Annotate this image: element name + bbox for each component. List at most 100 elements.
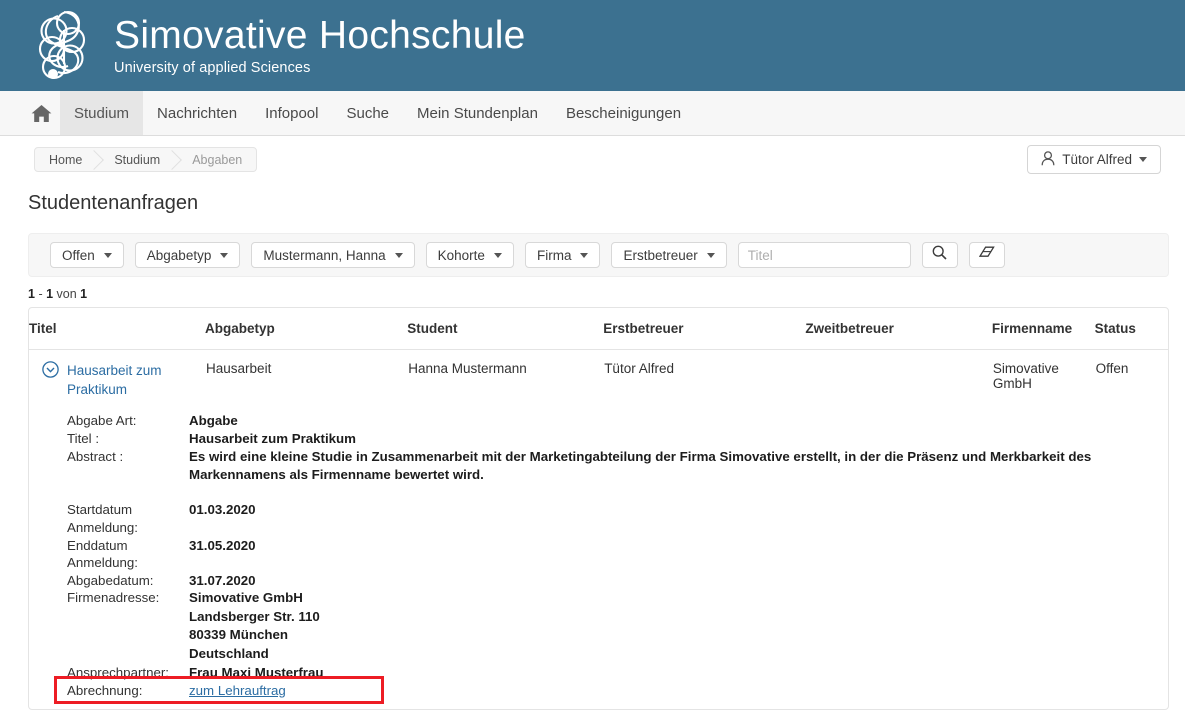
chevron-down-icon [493,252,502,258]
home-nav-button[interactable] [22,91,60,135]
detail-row-abgabe-art: Abgabe Art: Abgabe [29,412,1168,430]
address-line: Landsberger Str. 110 [189,608,320,624]
nav-item-studium[interactable]: Studium [60,91,144,135]
detail-value-address: Simovative GmbH Landsberger Str. 110 803… [189,589,1168,663]
nav-item-infopool[interactable]: Infopool [251,91,332,135]
detail-row-enddatum: Enddatum Anmeldung: 31.05.2020 [29,537,1168,572]
filter-dropdown-student[interactable]: Mustermann, Hanna [251,242,415,268]
chevron-down-icon [1139,157,1147,162]
detail-row-abrechnung: Abrechnung: zum Lehrauftrag [29,676,1168,705]
detail-value: 31.05.2020 [189,537,256,553]
detail-label: Firmenadresse: [67,590,160,606]
clear-filters-button[interactable] [968,242,1005,268]
submission-title-link[interactable]: Hausarbeit zum Praktikum [67,361,204,399]
table-header-row: Titel Abgabetyp Student Erstbetreuer Zwe… [29,308,1168,350]
brand-title: Simovative Hochschule [114,13,526,57]
chevron-down-icon [220,252,229,258]
home-icon [31,104,52,123]
nav-item-label: Studium [74,104,130,122]
user-menu-label: Tütor Alfred [1062,152,1132,167]
breadcrumb-label: Abgaben [192,152,243,167]
brand-subtitle: University of applied Sciences [114,59,311,76]
cell-firmenname: Simovative GmbH [992,361,1059,391]
filter-dropdown-status[interactable]: Offen [50,242,124,268]
detail-row-firmenadresse: Firmenadresse: Simovative GmbH Landsberg… [29,589,1168,663]
filter-dropdown-abgabetyp[interactable]: Abgabetyp [134,242,241,268]
chevron-down-icon [103,252,112,258]
total-count: 1 [80,287,88,301]
site-header: Simovative Hochschule University of appl… [0,0,1185,91]
address-line: Deutschland [189,646,269,662]
detail-value: Frau Maxi Musterfrau [189,664,324,680]
cell-student: Hanna Mustermann [408,361,527,376]
detail-label: Abstract : [67,449,124,465]
detail-row-titel: Titel : Hausarbeit zum Praktikum [29,430,1168,448]
nav-item-bescheinigungen[interactable]: Bescheinigungen [552,91,695,135]
filter-dropdown-erstbetreuer[interactable]: Erstbetreuer [611,242,727,268]
detail-label: Startdatum Anmeldung: [67,502,138,535]
search-button[interactable] [921,242,958,268]
filter-dropdown-kohorte[interactable]: Kohorte [425,242,514,268]
filter-label: Offen [62,247,95,263]
detail-value: Hausarbeit zum Praktikum [189,431,357,447]
nav-item-label: Bescheinigungen [565,104,682,122]
user-icon [1041,150,1055,169]
search-input[interactable] [737,242,911,268]
detail-label: Enddatum Anmeldung: [67,537,138,571]
detail-label: Abgabe Art: [67,413,137,429]
detail-row-startdatum: Startdatum Anmeldung: 01.03.2020 [29,501,1168,536]
breadcrumb-item-abgaben: Abgaben [178,148,256,171]
detail-label: Abgabedatum: [67,572,154,588]
detail-label: Titel : [67,431,100,447]
chevron-down-icon [394,252,403,258]
detail-value: 01.03.2020 [189,502,256,518]
breadcrumb-row: Home Studium Abgaben Tütor Alfred [0,136,1185,183]
filter-label: Mustermann, Hanna [263,247,386,263]
zum-lehrauftrag-link[interactable]: zum Lehrauftrag [189,683,286,698]
filter-label: Kohorte [437,247,485,263]
detail-label: Abrechnung: [67,683,143,699]
submissions-table: Titel Abgabetyp Student Erstbetreuer Zwe… [28,307,1169,710]
address-line: 80339 München [189,627,289,643]
table-row: Hausarbeit zum Praktikum Hausarbeit Hann… [29,350,1168,401]
cell-erstbetreuer: Tütor Alfred [604,361,674,376]
column-header-status[interactable]: Status [1094,308,1168,350]
nav-item-label: Nachrichten [157,104,238,122]
chevron-down-circle-icon[interactable] [42,361,59,378]
breadcrumb-item-home[interactable]: Home [35,148,100,171]
nav-item-label: Infopool [265,104,319,122]
address-line: Simovative GmbH [189,590,303,606]
detail-value: Abgabe [189,413,238,429]
submission-detail: Abgabe Art: Abgabe Titel : Hausarbeit zu… [29,400,1168,709]
cell-zweitbetreuer [805,350,992,401]
nav-item-suche[interactable]: Suche [332,91,403,135]
search-icon [932,245,947,265]
filter-toolbar: Offen Abgabetyp Mustermann, Hanna Kohort… [28,233,1169,277]
column-header-firmenname[interactable]: Firmenname [991,308,1095,350]
cell-status: Offen [1095,361,1129,376]
breadcrumb-item-studium[interactable]: Studium [100,148,178,171]
user-menu-button[interactable]: Tütor Alfred [1027,145,1161,174]
column-header-zweitbetreuer[interactable]: Zweitbetreuer [805,308,992,350]
nav-item-label: Suche [346,104,390,122]
nav-item-mein-stundenplan[interactable]: Mein Stundenplan [403,91,552,135]
column-header-abgabetyp[interactable]: Abgabetyp [205,308,408,350]
main-navigation: Studium Nachrichten Infopool Suche Mein … [0,91,1185,136]
nav-item-label: Mein Stundenplan [417,104,538,122]
column-header-titel[interactable]: Titel [29,308,206,350]
filter-label: Firma [536,247,572,263]
column-header-student[interactable]: Student [407,308,604,350]
pagination-bottom: 1 - 1 von 1 , Ergebnisse pro Seite: 50 [0,710,1185,718]
detail-value: 31.07.2020 [189,572,256,588]
filter-label: Abgabetyp [146,247,212,263]
breadcrumb-label: Studium [114,152,161,167]
eraser-icon [978,245,995,265]
chevron-down-icon [706,252,715,258]
nav-item-nachrichten[interactable]: Nachrichten [143,91,251,135]
column-header-erstbetreuer[interactable]: Erstbetreuer [603,308,806,350]
simovative-monogram-logo [28,8,100,84]
detail-label: Ansprechpartner: [67,664,169,680]
chevron-down-icon [580,252,589,258]
filter-dropdown-firma[interactable]: Firma [524,242,601,268]
von-label: von [56,287,77,301]
